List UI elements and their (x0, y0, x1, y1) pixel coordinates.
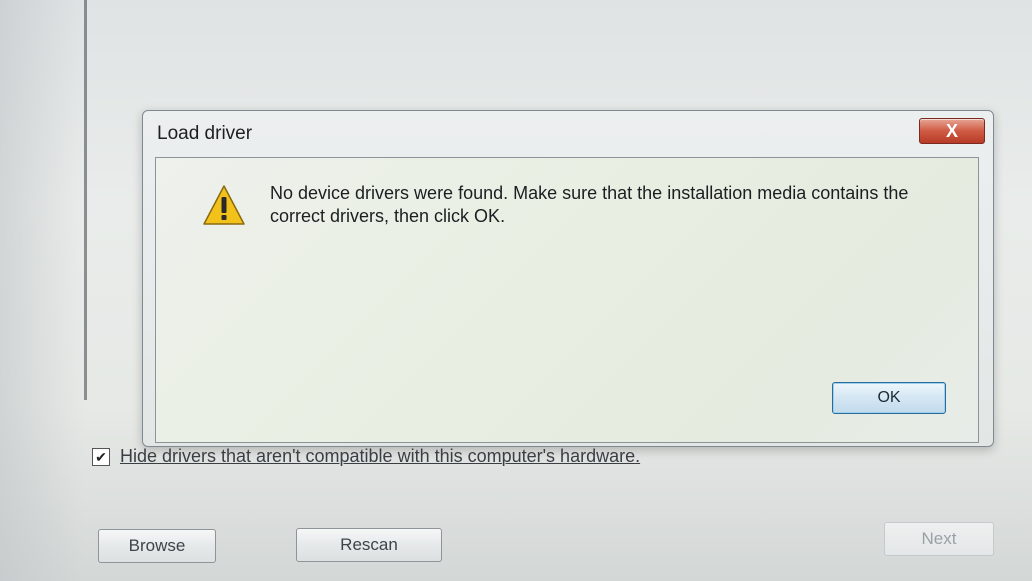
background-shade (0, 0, 84, 581)
close-button[interactable]: X (919, 118, 985, 144)
next-button[interactable]: Next (884, 522, 994, 556)
dialog-title: Load driver (157, 123, 253, 144)
rescan-button[interactable]: Rescan (296, 528, 442, 562)
load-driver-dialog: Load driver X No device drivers were fou… (142, 110, 994, 447)
hide-incompatible-option[interactable]: ✔ Hide drivers that aren't compatible wi… (92, 446, 640, 467)
hide-incompatible-label[interactable]: Hide drivers that aren't compatible with… (120, 446, 640, 467)
ok-button[interactable]: OK (832, 382, 946, 414)
hide-incompatible-checkbox[interactable]: ✔ (92, 447, 110, 466)
dialog-content: No device drivers were found. Make sure … (155, 157, 979, 443)
close-icon: X (945, 121, 958, 141)
error-message: No device drivers were found. Make sure … (270, 183, 909, 226)
background-divider (84, 0, 87, 400)
warning-icon (203, 185, 245, 225)
browse-button[interactable]: Browse (98, 529, 216, 563)
